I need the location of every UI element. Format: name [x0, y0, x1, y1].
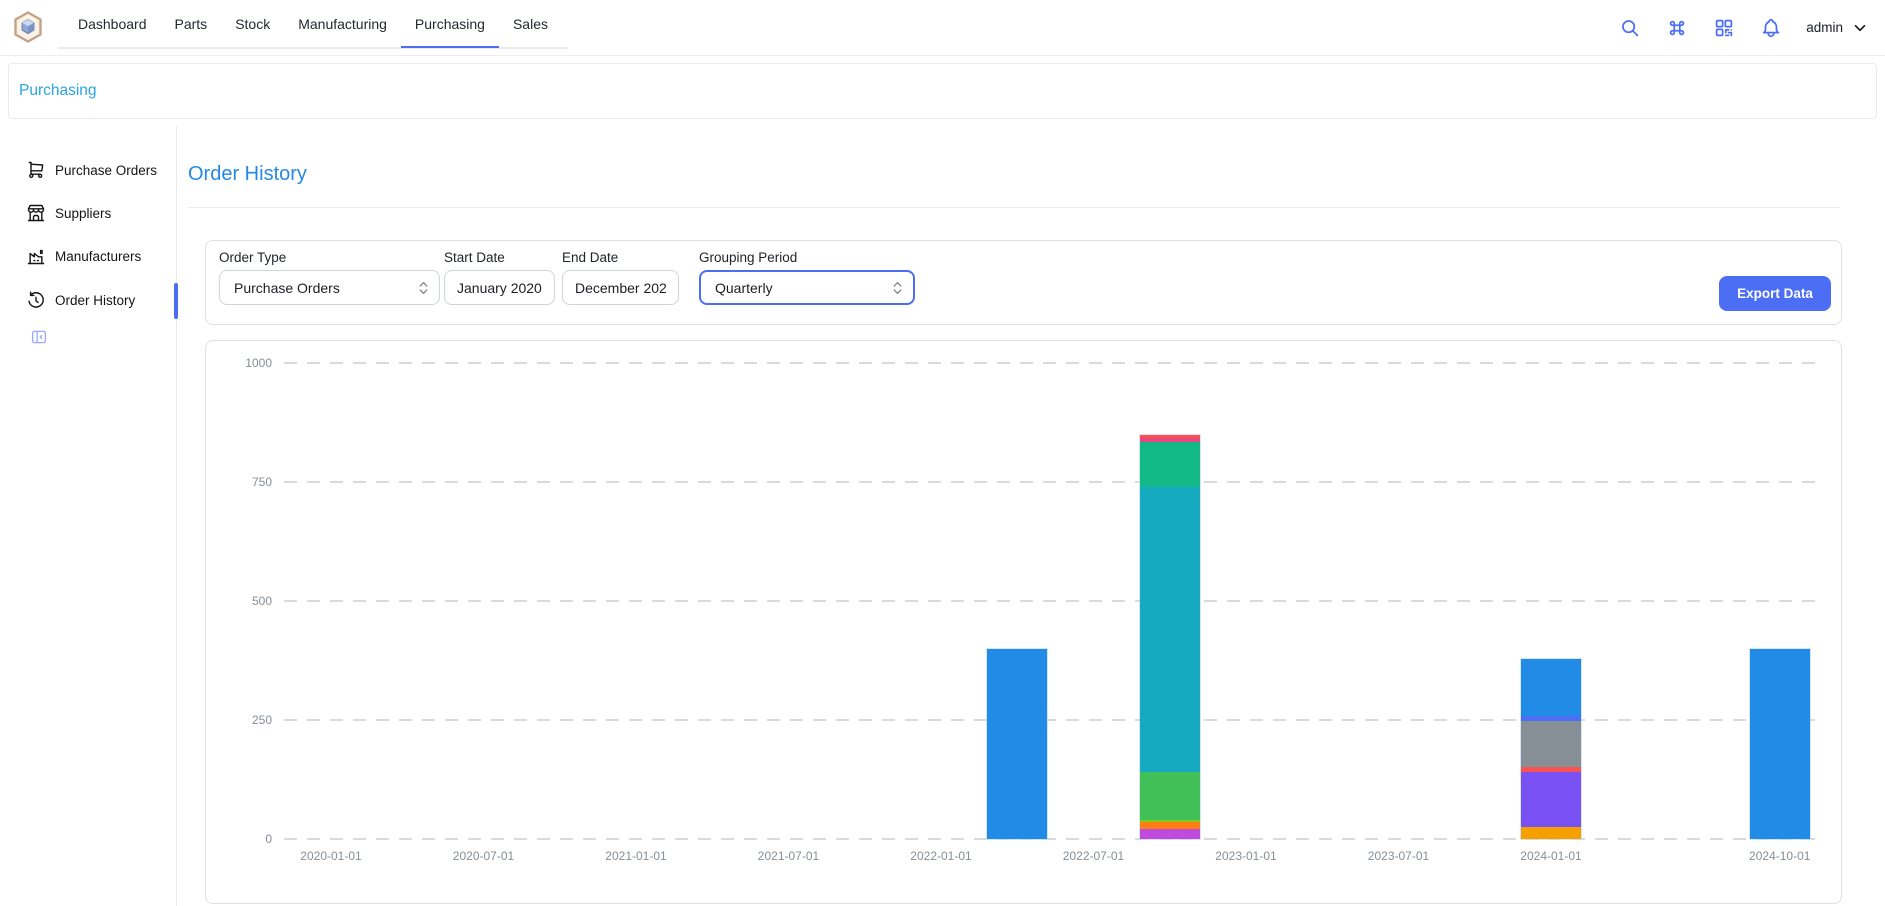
title-divider — [188, 207, 1840, 208]
bar-segment — [1521, 659, 1581, 716]
sidebar-item-label: Order History — [55, 293, 135, 308]
grid-line-500 — [284, 600, 1816, 602]
tab-sales[interactable]: Sales — [499, 1, 562, 48]
tab-stock[interactable]: Stock — [221, 1, 284, 48]
tab-purchasing[interactable]: Purchasing — [401, 1, 499, 48]
building-factory-icon — [26, 246, 46, 266]
start-date-label: Start Date — [444, 250, 555, 265]
breadcrumb-purchasing[interactable]: Purchasing — [19, 82, 97, 100]
command-icon[interactable] — [1665, 16, 1689, 40]
grouping-period-label: Grouping Period — [699, 250, 915, 265]
stacked-bar-2024-10-01 — [1750, 649, 1810, 839]
building-store-icon — [26, 203, 46, 223]
breadcrumb-bar: Purchasing — [8, 63, 1877, 119]
x-axis-tick: 2024-01-01 — [1491, 849, 1611, 863]
sidebar-item-label: Suppliers — [55, 206, 111, 221]
stacked-bar-2024-01-01 — [1521, 659, 1581, 839]
sidebar-item-suppliers[interactable]: Suppliers — [26, 196, 172, 230]
grid-line-250 — [284, 719, 1816, 721]
sidebar-active-indicator — [174, 283, 178, 319]
end-date-field-wrap — [562, 270, 679, 305]
start-date-input[interactable] — [445, 280, 554, 296]
page-title: Order History — [188, 163, 307, 186]
chevron-down-icon — [1851, 19, 1869, 37]
end-date-label: End Date — [562, 250, 679, 265]
order-type-value: Purchase Orders — [234, 280, 340, 296]
order-type-select[interactable]: Purchase Orders — [219, 270, 440, 305]
order-type-label: Order Type — [219, 250, 440, 265]
collapse-sidebar-icon[interactable] — [30, 328, 48, 346]
export-data-button[interactable]: Export Data — [1719, 276, 1831, 311]
start-date-field-wrap — [444, 270, 555, 305]
y-axis-tick-750: 750 — [206, 475, 272, 489]
app-logo-icon[interactable] — [12, 11, 44, 43]
y-axis-tick-250: 250 — [206, 713, 272, 727]
bar-segment — [1140, 822, 1200, 829]
y-axis-tick-0: 0 — [206, 832, 272, 846]
tab-manufacturing[interactable]: Manufacturing — [284, 1, 401, 48]
x-axis-tick: 2023-07-01 — [1339, 849, 1459, 863]
x-axis-tick: 2021-07-01 — [729, 849, 849, 863]
x-axis-tick: 2022-01-01 — [881, 849, 1001, 863]
shopping-cart-icon — [26, 160, 46, 180]
grid-line-1000 — [284, 362, 1816, 364]
bar-segment — [1140, 487, 1200, 773]
sidebar-item-purchase-orders[interactable]: Purchase Orders — [26, 153, 172, 187]
x-axis-tick: 2020-01-01 — [271, 849, 391, 863]
sidebar-divider — [176, 126, 177, 906]
bar-segment — [1521, 827, 1581, 839]
grouping-period-select[interactable]: Quarterly — [699, 270, 915, 305]
x-axis-tick: 2024-10-01 — [1720, 849, 1840, 863]
history-icon — [26, 290, 46, 310]
sidebar-item-label: Manufacturers — [55, 249, 141, 264]
grid-line-0 — [284, 838, 1816, 840]
scan-qr-icon[interactable] — [1712, 16, 1736, 40]
tab-dashboard[interactable]: Dashboard — [64, 1, 161, 48]
y-axis-tick-1000: 1000 — [206, 356, 272, 370]
bar-segment — [1140, 829, 1200, 839]
bar-segment — [1140, 772, 1200, 820]
bar-segment — [1140, 442, 1200, 487]
app-root: { "header": { "tabs": [ {"label": "Dashb… — [0, 0, 1885, 906]
stacked-bar-2022-10-01 — [1140, 435, 1200, 839]
select-chevrons-icon — [418, 279, 429, 297]
bar-segment — [1521, 721, 1581, 766]
sidebar-item-order-history[interactable]: Order History — [26, 283, 172, 317]
tab-parts[interactable]: Parts — [161, 1, 222, 48]
user-menu[interactable]: admin — [1806, 19, 1869, 37]
notifications-bell-icon[interactable] — [1759, 16, 1783, 40]
header-actions: admin — [1618, 0, 1869, 55]
main-nav-tabs: Dashboard Parts Stock Manufacturing Purc… — [58, 0, 568, 49]
chart-plot: 0 250 500 750 1000 2020-01-01 2020-07-01 2021-0… — [206, 341, 1841, 903]
filter-card: Order Type Purchase Orders Start Date En… — [205, 240, 1842, 325]
grouping-period-value: Quarterly — [715, 280, 773, 296]
order-history-chart-card: 0 250 500 750 1000 2020-01-01 2020-07-01 2021-0… — [205, 340, 1842, 904]
bar-segment — [1750, 649, 1810, 839]
bar-segment — [1521, 772, 1581, 827]
top-header: Dashboard Parts Stock Manufacturing Purc… — [0, 0, 1885, 56]
x-axis-tick: 2021-01-01 — [576, 849, 696, 863]
search-icon[interactable] — [1618, 16, 1642, 40]
sidebar-item-manufacturers[interactable]: Manufacturers — [26, 239, 172, 273]
x-axis-tick: 2022-07-01 — [1034, 849, 1154, 863]
x-axis-tick: 2020-07-01 — [424, 849, 544, 863]
x-axis-tick: 2023-01-01 — [1186, 849, 1306, 863]
y-axis-tick-500: 500 — [206, 594, 272, 608]
grid-line-750 — [284, 481, 1816, 483]
stacked-bar-2022-04-01 — [987, 649, 1047, 839]
bar-segment — [987, 649, 1047, 839]
end-date-input[interactable] — [563, 280, 678, 296]
select-chevrons-icon — [892, 279, 903, 297]
username-label: admin — [1806, 20, 1843, 35]
sidebar-item-label: Purchase Orders — [55, 163, 157, 178]
